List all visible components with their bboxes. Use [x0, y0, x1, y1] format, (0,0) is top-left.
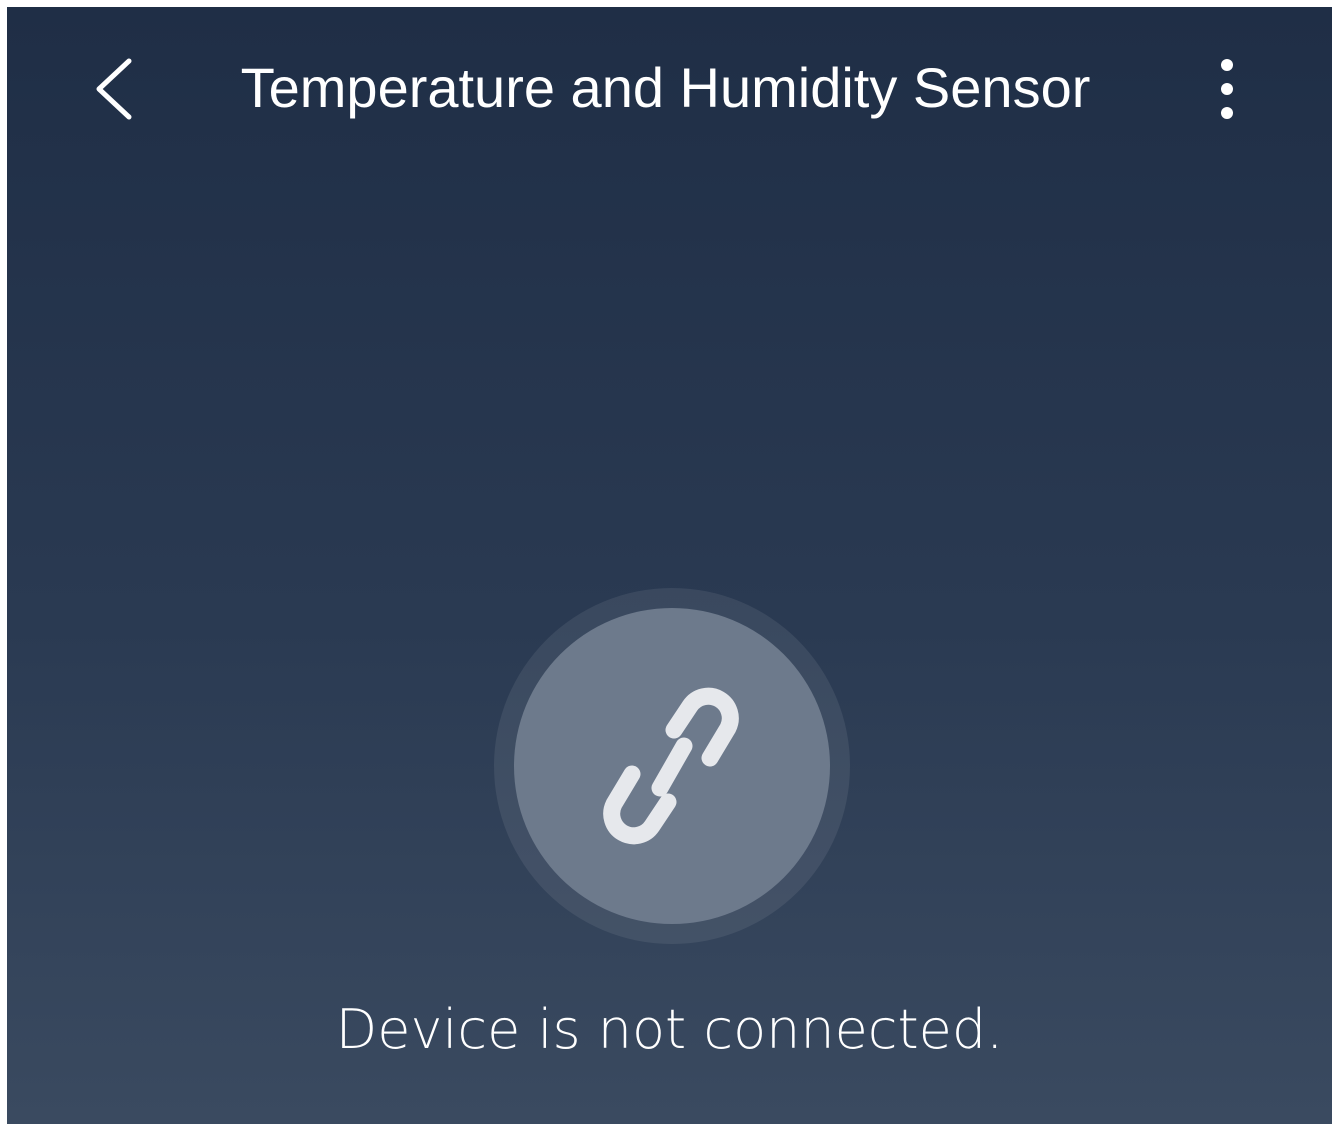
- connection-status-indicator: [494, 588, 850, 944]
- more-vertical-icon: [1221, 59, 1233, 119]
- connection-status-message: Device is not connected.: [335, 998, 1004, 1061]
- header-bar: Temperature and Humidity Sensor: [7, 7, 1332, 177]
- link-icon: [592, 686, 752, 846]
- connection-status-circle: [514, 608, 830, 924]
- page-title: Temperature and Humidity Sensor: [240, 56, 1091, 119]
- more-options-button[interactable]: [1197, 49, 1257, 129]
- device-screen: Temperature and Humidity Sensor Device i…: [7, 7, 1332, 1124]
